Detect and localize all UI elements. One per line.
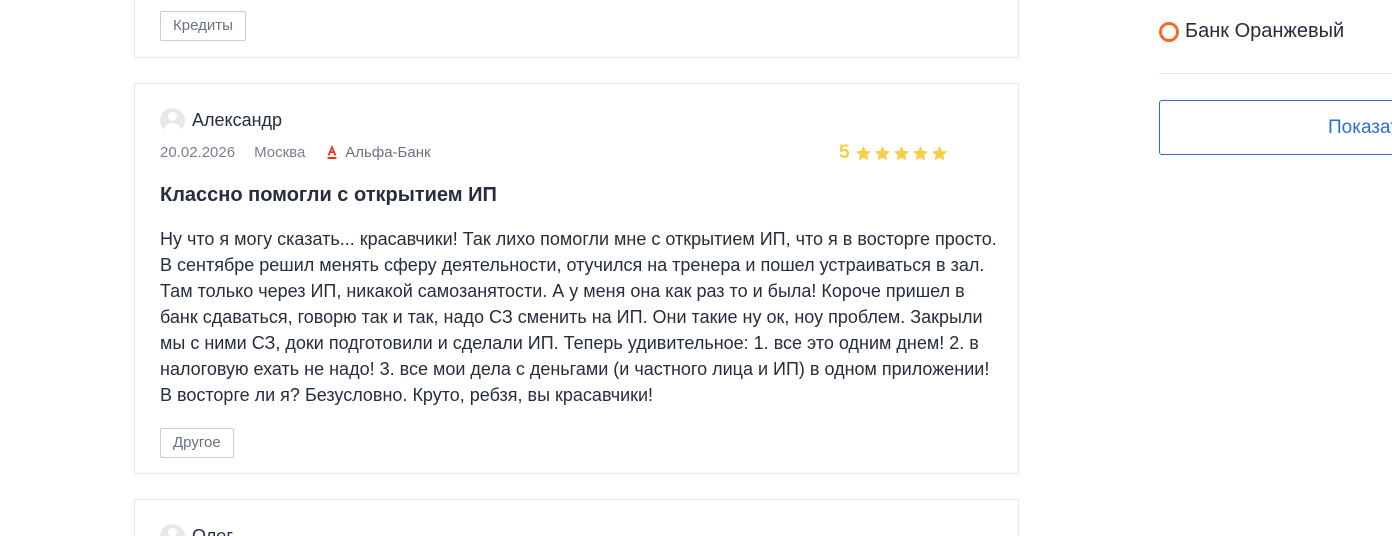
alfa-bank-logo-icon (327, 144, 337, 159)
author-name: Александр (192, 110, 283, 130)
review-city: Москва (254, 144, 306, 161)
sidebar-divider (1159, 73, 1392, 74)
author-name: Олег (192, 526, 233, 536)
star-icon (931, 145, 947, 160)
sidebar-bank-name: Банк Оранжевый (1185, 20, 1345, 42)
sidebar-bank-item[interactable]: Банк Оранжевый (1159, 20, 1344, 43)
star-icon (912, 145, 928, 160)
bank-ring-icon (1159, 21, 1179, 42)
rating-value: 5 (839, 142, 850, 163)
avatar (160, 524, 185, 536)
star-icon (893, 145, 909, 160)
review-tag[interactable]: Кредиты (160, 11, 246, 41)
review-bank-link[interactable]: Альфа-Банк (345, 144, 430, 161)
review-card-next: Олег (134, 499, 1019, 536)
review-rating: 5 (839, 142, 949, 164)
review-author: Олег (160, 524, 233, 536)
star-icon (874, 145, 890, 160)
review-text: Ну что я могу сказать... красавчики! Так… (160, 229, 997, 405)
show-more-button[interactable]: Показать (1159, 100, 1392, 155)
avatar (160, 108, 185, 133)
star-icon (855, 145, 871, 160)
review-date: 20.02.2026 (160, 144, 236, 161)
review-card: Александр 20.02.2026 Москва Альфа-Банк 5… (134, 83, 1019, 474)
review-author: Александр (160, 108, 282, 133)
page: Кредиты Александр 20.02.2026 Москва Альф… (0, 0, 1392, 536)
review-meta: 20.02.2026 Москва Альфа-Банк (160, 144, 431, 161)
review-card-previous: Кредиты (134, 0, 1019, 58)
review-title[interactable]: Классно помогли с открытием ИП (160, 184, 497, 207)
review-tag[interactable]: Другое (160, 428, 234, 458)
